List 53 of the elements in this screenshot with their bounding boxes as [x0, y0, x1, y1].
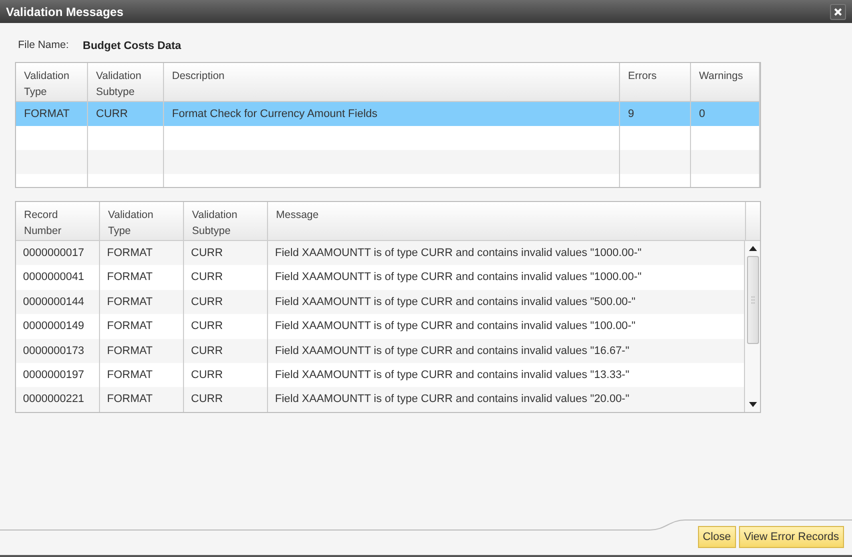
scroll-down-icon[interactable]	[748, 402, 756, 407]
dialog-button[interactable]: View Error Records	[738, 526, 844, 548]
table-cell-text: 0000000221	[23, 392, 84, 408]
window-title: Validation Messages	[6, 4, 124, 20]
table-cell-text: Format Check for Currency Amount Fields	[172, 106, 378, 122]
table-cell-text: 0000000173	[23, 344, 84, 358]
table-cell-text: 0000000144	[23, 294, 84, 310]
table-cell-text: Field XAAMOUNTT is of type CURR and contains invalid values "20.00-"	[275, 392, 630, 408]
column-header[interactable]: Errors	[628, 68, 682, 84]
table-cell-text: Field XAAMOUNTT is of type CURR and contains invalid values "13.33-"	[275, 368, 630, 383]
table-cell-text: 9	[628, 106, 634, 122]
column-header[interactable]: Validation Type	[24, 68, 79, 100]
table-row[interactable]: FORMAT CURR Format Check for Currency Amount Fields 9 0	[16, 102, 760, 126]
table-cell-text: 0000000149	[23, 319, 84, 334]
table-cell-text: FORMAT	[107, 319, 153, 334]
table-cell-text: Field XAAMOUNTT is of type CURR and contains invalid values "1000.00-"	[275, 246, 642, 261]
column-header[interactable]: Validation Subtype	[96, 68, 155, 100]
file-name: Budget Costs Data	[82, 38, 182, 54]
table-cell-text: 0000000041	[23, 270, 84, 286]
table-cell-text: FORMAT	[107, 246, 153, 261]
column-header[interactable]: Validation Type	[108, 207, 175, 239]
column-header[interactable]: Record Number	[24, 207, 91, 239]
scroll-up-icon[interactable]	[748, 246, 756, 251]
table-cell-text: CURR	[191, 246, 223, 261]
table-cell-text: Field XAAMOUNTT is of type CURR and contains invalid values "500.00-"	[275, 294, 636, 310]
field-label: File Name:	[18, 38, 69, 54]
scrollbar[interactable]	[744, 241, 760, 412]
table-cell-text: FORMAT	[24, 106, 70, 122]
table-cell-text: Field XAAMOUNTT is of type CURR and contains invalid values "100.00-"	[275, 319, 636, 334]
column-header[interactable]: Validation Subtype	[192, 207, 259, 239]
table-cell-text: 0000000197	[23, 368, 84, 383]
close-icon[interactable]	[830, 4, 846, 20]
column-header[interactable]: Description	[172, 68, 611, 84]
column-header[interactable]: Warnings	[699, 68, 751, 84]
scroll-thumb[interactable]	[746, 256, 758, 344]
table-cell-text: CURR	[191, 294, 223, 310]
table-cell-text: CURR	[191, 319, 223, 334]
table-cell-text: Field XAAMOUNTT is of type CURR and contains invalid values "16.67-"	[275, 344, 630, 358]
table-cell-text: FORMAT	[107, 344, 153, 358]
table-cell-text: CURR	[191, 392, 223, 408]
table-cell-text: FORMAT	[107, 368, 153, 383]
table-cell-text: Field XAAMOUNTT is of type CURR and contains invalid values "1000.00-"	[275, 270, 642, 286]
table-cell-text: FORMAT	[107, 392, 153, 408]
table-cell-text: FORMAT	[107, 294, 153, 310]
table-cell-text: CURR	[191, 368, 223, 383]
dialog-button[interactable]: Close	[698, 526, 736, 548]
table-cell-text: CURR	[96, 106, 128, 122]
table-cell-text: 0000000017	[23, 246, 84, 261]
table-cell-text: CURR	[191, 344, 223, 358]
table-cell-text: 0	[699, 106, 706, 122]
column-header[interactable]: Message	[276, 207, 737, 223]
table-cell-text: FORMAT	[107, 270, 153, 286]
table-cell-text: CURR	[191, 270, 223, 286]
